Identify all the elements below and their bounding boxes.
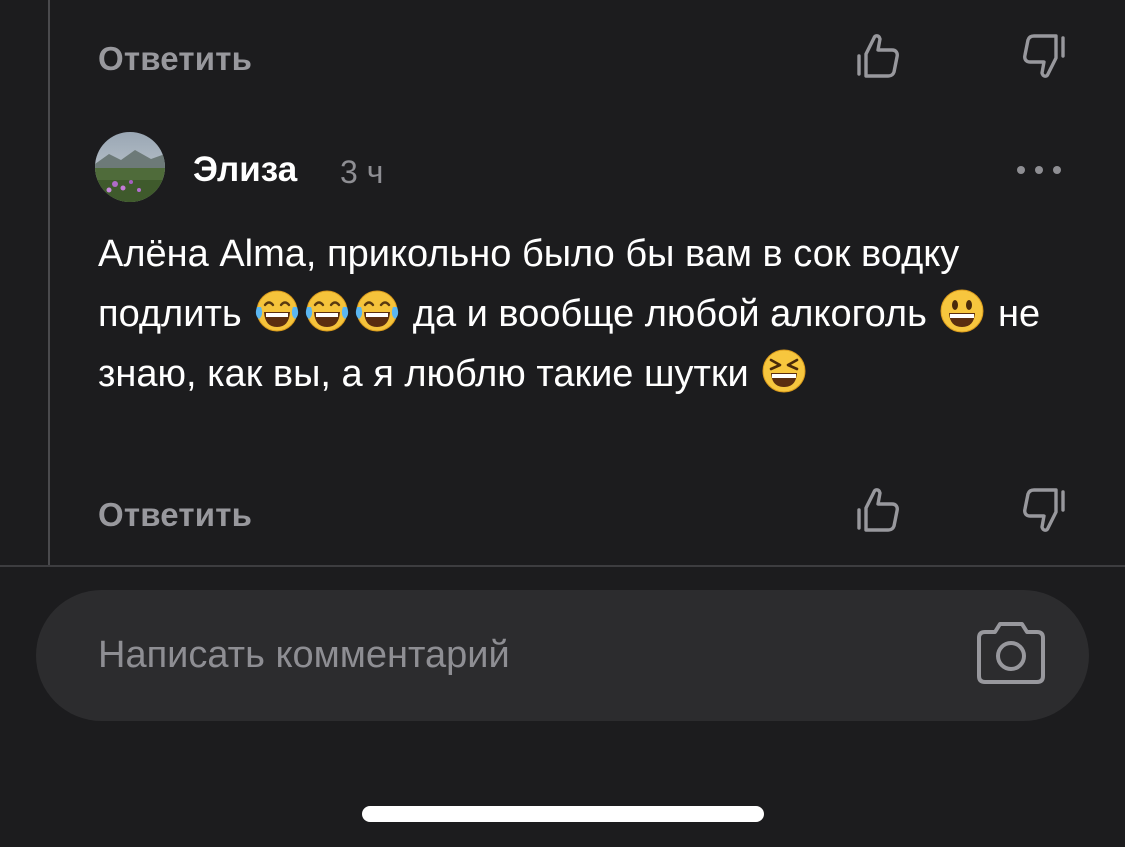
tears-of-joy-emoji (353, 287, 401, 335)
squinting-laughing-emoji (760, 347, 808, 395)
thumbs-down-icon[interactable] (1020, 484, 1066, 536)
divider (0, 565, 1125, 567)
avatar[interactable] (95, 132, 165, 202)
thread-line (48, 0, 50, 566)
thumbs-down-icon[interactable] (1020, 30, 1066, 82)
thumbs-up-icon[interactable] (856, 484, 902, 536)
grinning-face-emoji (938, 287, 986, 335)
reply-button[interactable]: Ответить (98, 496, 252, 534)
comments-screen: Ответить Элиза 3 ч Алёна Alma, прикольно… (0, 0, 1125, 847)
reply-button-previous[interactable]: Ответить (98, 40, 252, 78)
comment-input[interactable]: Написать комментарий (36, 590, 1089, 721)
camera-icon[interactable] (971, 618, 1051, 690)
thumbs-up-icon[interactable] (856, 30, 902, 82)
comment-time: 3 ч (340, 154, 384, 190)
more-dots-icon[interactable] (1015, 150, 1065, 186)
comment-text-part-2: да и вообще любой алкоголь (412, 293, 927, 335)
comment-author[interactable]: Элиза (193, 150, 297, 190)
tears-of-joy-emoji (253, 287, 301, 335)
comment-input-placeholder: Написать комментарий (98, 634, 510, 676)
tears-of-joy-emoji (303, 287, 351, 335)
home-indicator (362, 806, 764, 822)
comment-text: Алёна Alma, прикольно было бы вам в сок … (98, 224, 1088, 404)
